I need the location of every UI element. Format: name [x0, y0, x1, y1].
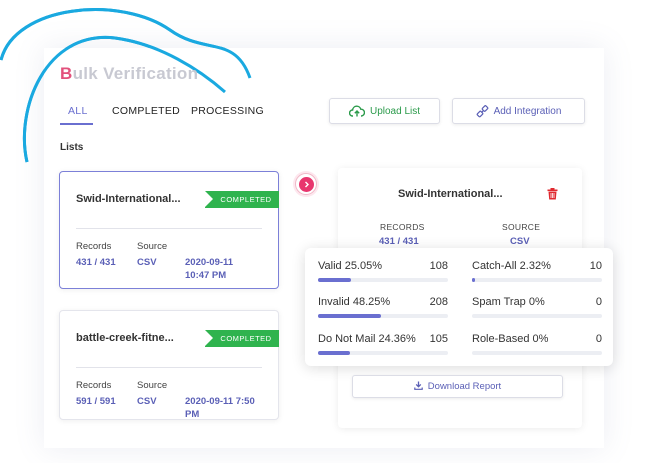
add-integration-label: Add Integration	[493, 105, 562, 117]
records-value: 431 / 431	[76, 257, 116, 268]
stat-catch-all: Catch-All 2.32% 10	[472, 260, 602, 286]
stat-count: 208	[429, 296, 448, 308]
stat-label: Valid 25.05%	[318, 260, 383, 272]
card-divider	[76, 367, 262, 368]
cloud-upload-icon	[348, 105, 365, 117]
open-details-button[interactable]	[295, 173, 317, 195]
detail-list-name: Swid-International...	[398, 188, 503, 200]
date-value: 2020-09-11 7:50	[185, 396, 255, 407]
stat-count: 0	[595, 333, 602, 345]
source-value: CSV	[137, 257, 157, 268]
stat-count: 108	[429, 260, 448, 272]
stat-label: Invalid 48.25%	[318, 296, 391, 308]
stat-progress-track	[472, 351, 602, 355]
stat-progress-fill	[318, 278, 351, 282]
tab-all[interactable]: ALL	[68, 105, 88, 117]
records-value: 591 / 591	[76, 396, 116, 407]
detail-records-value: 431 / 431	[379, 236, 419, 247]
stat-progress-track	[472, 314, 602, 318]
download-report-label: Download Report	[427, 381, 502, 392]
records-label: Records	[76, 241, 112, 252]
source-value: CSV	[137, 396, 157, 407]
stat-progress-fill	[472, 278, 476, 282]
stat-label: Role-Based 0%	[472, 333, 549, 345]
tab-completed[interactable]: COMPLETED	[112, 105, 180, 117]
stat-label: Spam Trap 0%	[472, 296, 545, 308]
source-label: Source	[137, 241, 168, 252]
download-report-button[interactable]: Download Report	[352, 375, 563, 398]
trash-icon[interactable]	[547, 187, 558, 205]
tab-processing[interactable]: PROCESSING	[191, 105, 264, 117]
plug-icon	[476, 104, 489, 118]
records-label: Records	[76, 380, 112, 391]
stat-spam-trap: Spam Trap 0% 0	[472, 296, 602, 322]
upload-list-button[interactable]: Upload List	[329, 98, 440, 124]
status-badge: COMPLETED	[205, 330, 279, 347]
active-tab-underline	[60, 123, 93, 125]
time-value: 10:47 PM	[185, 270, 227, 281]
list-card-name: battle-creek-fitne...	[76, 332, 174, 344]
list-card[interactable]: Swid-International... COMPLETED Records …	[59, 171, 279, 289]
stat-progress-track	[318, 314, 448, 318]
stat-progress-track	[318, 351, 448, 355]
stat-progress-track	[318, 278, 448, 282]
status-badge: COMPLETED	[205, 191, 279, 208]
date-value: 2020-09-11	[185, 257, 234, 268]
stat-invalid: Invalid 48.25% 208	[318, 296, 448, 322]
stat-label: Do Not Mail 24.36%	[318, 333, 416, 345]
verification-stats-card: Valid 25.05% 108 Catch-All 2.32% 10 Inva…	[305, 248, 613, 366]
title-rest: ulk Verification	[72, 64, 199, 83]
add-integration-button[interactable]: Add Integration	[452, 98, 585, 124]
detail-source-value: CSV	[510, 236, 530, 247]
detail-records-label: RECORDS	[380, 222, 425, 232]
stat-progress-track	[472, 278, 602, 282]
card-divider	[76, 228, 262, 229]
stat-progress-fill	[318, 351, 350, 355]
list-card[interactable]: battle-creek-fitne... COMPLETED Records …	[59, 310, 279, 420]
chevron-right-icon	[298, 176, 314, 192]
download-icon	[413, 381, 423, 393]
stat-role-based: Role-Based 0% 0	[472, 333, 602, 359]
time-value: PM	[185, 409, 200, 420]
stat-count: 10	[589, 260, 602, 272]
stat-label: Catch-All 2.32%	[472, 260, 551, 272]
stat-do-not-mail: Do Not Mail 24.36% 105	[318, 333, 448, 359]
lists-heading: Lists	[60, 142, 84, 153]
upload-list-label: Upload List	[369, 105, 421, 117]
detail-source-label: SOURCE	[502, 222, 541, 232]
stat-valid: Valid 25.05% 108	[318, 260, 448, 286]
stat-count: 0	[595, 296, 602, 308]
list-card-name: Swid-International...	[76, 193, 181, 205]
page-title: Bulk Verification	[60, 64, 198, 84]
stat-progress-fill	[318, 314, 381, 318]
title-first-letter: B	[60, 64, 73, 83]
stat-count: 105	[429, 333, 448, 345]
source-label: Source	[137, 380, 168, 391]
